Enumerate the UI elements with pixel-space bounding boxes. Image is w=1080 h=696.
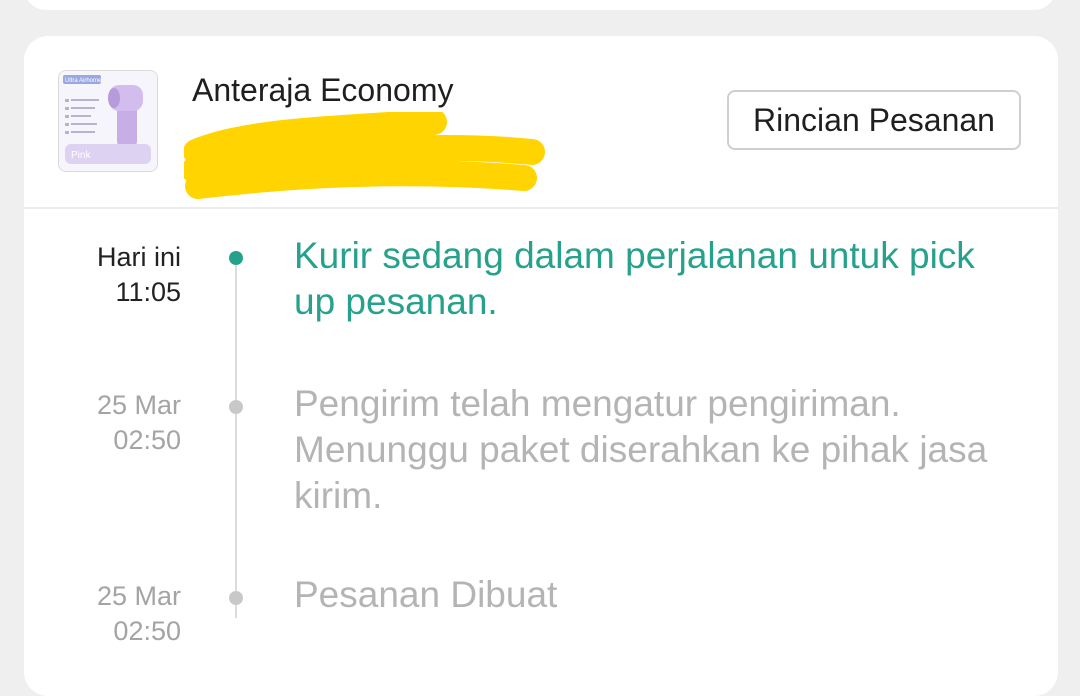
event-time: 02:50 [113, 425, 181, 455]
timeline-dot [229, 591, 243, 605]
redaction-mark [184, 112, 545, 199]
event-message: Kurir sedang dalam perjalanan untuk pick… [294, 235, 975, 322]
event-date: 25 Mar [96, 581, 181, 611]
event-message: Pesanan Dibuat [294, 574, 558, 615]
timeline-dot [229, 400, 243, 414]
product-image: Ultra Airhome Pink [59, 71, 157, 171]
timeline-line [235, 258, 237, 618]
order-details-button[interactable]: Rincian Pesanan [727, 90, 1021, 150]
product-thumbnail[interactable]: Ultra Airhome Pink [58, 70, 158, 172]
order-header: Ultra Airhome Pink Anteraja Economy Rinc… [24, 36, 1058, 209]
shipment-card: Ultra Airhome Pink Anteraja Economy Rinc… [24, 36, 1058, 696]
event-date: 25 Mar [96, 390, 181, 420]
previous-card [24, 0, 1056, 10]
courier-name: Anteraja Economy [192, 72, 454, 108]
event-time: 02:50 [113, 616, 181, 646]
thumb-variant-label: Pink [71, 150, 91, 161]
timeline-dot-active [229, 251, 243, 265]
thumb-banner-text: Ultra Airhome [65, 78, 102, 84]
event-date: Hari ini [96, 242, 181, 272]
event-time: 11:05 [115, 277, 181, 307]
event-message: Pengirim telah mengatur pengiriman. Menu… [294, 383, 988, 516]
